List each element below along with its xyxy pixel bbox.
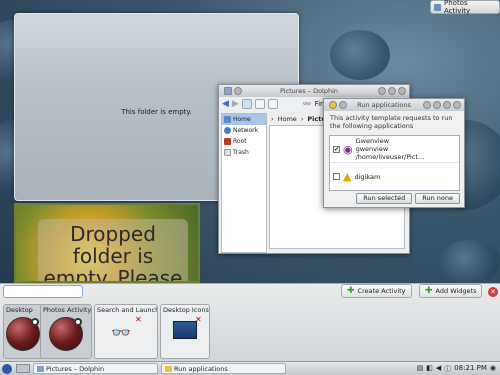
notifications-icon[interactable]: ⓘ	[444, 364, 451, 374]
root-folder-icon	[224, 138, 231, 145]
widget-label: Desktop Icons	[163, 306, 209, 314]
run-apps-title: Run applications	[357, 101, 411, 109]
binoculars-icon: 👓	[111, 323, 131, 342]
wallpaper-decoration	[440, 240, 500, 285]
clipboard-icon[interactable]: ▤	[417, 364, 424, 374]
plus-icon: ✚	[347, 286, 355, 296]
activity-status-icon	[74, 318, 82, 326]
activity-status-icon	[31, 318, 39, 326]
run-apps-intro: This activity template requests to run t…	[330, 114, 453, 130]
task-label: Pictures – Dolphin	[46, 364, 105, 373]
widget-label: Photos Activity	[43, 306, 91, 314]
app-name: Gwenview	[355, 137, 390, 145]
panel-settings-icon[interactable]: ◉	[490, 364, 496, 374]
add-widgets-label: Add Widgets	[435, 287, 477, 295]
clock[interactable]: 08:21 PM	[454, 364, 487, 374]
places-item-home[interactable]: Home	[222, 114, 266, 125]
binoculars-icon[interactable]: 👓	[303, 100, 312, 108]
wallpaper-decoration	[330, 30, 390, 80]
activity-label: Photos Activity	[444, 0, 471, 15]
fedora-launcher-icon[interactable]	[2, 363, 12, 374]
places-item-root[interactable]: Root	[222, 136, 266, 147]
warning-icon: ▲	[343, 170, 352, 183]
places-item-trash[interactable]: Trash	[222, 147, 266, 158]
digikam-checkbox[interactable]	[333, 173, 340, 180]
breadcrumb-home[interactable]: Home	[278, 115, 297, 123]
widget-search-and-launch[interactable]: Search and Launch 👓 ✕	[94, 304, 158, 359]
places-item-label: Network	[233, 127, 259, 134]
widget-photos-activity[interactable]: Photos Activity	[40, 304, 92, 359]
list-item-text: Gwenview gwenview /home/liveuser/Pict...	[356, 137, 456, 161]
app-name: digikam	[354, 172, 381, 181]
network-icon[interactable]: ◧	[426, 364, 433, 374]
dialog-buttons: Run selected Run none	[356, 193, 460, 204]
window-menu-icon[interactable]	[224, 87, 232, 95]
places-item-network[interactable]: Network	[222, 125, 266, 136]
task-label: Run applications	[174, 364, 228, 373]
app-command: gwenview /home/liveuser/Pict...	[355, 145, 425, 161]
list-item[interactable]: ▲ digikam	[330, 163, 459, 190]
minimize-icon[interactable]	[433, 101, 441, 109]
dolphin-titlebar[interactable]: Pictures – Dolphin	[219, 85, 409, 97]
places-panel: Home Network Root Trash	[221, 113, 267, 253]
run-applications-dialog[interactable]: Run applications This activity template …	[323, 98, 465, 208]
widget-label: Search and Launch	[97, 306, 157, 314]
plus-icon: ✚	[425, 286, 433, 296]
create-activity-button[interactable]: ✚ Create Activity	[341, 284, 412, 298]
search-input[interactable]	[3, 285, 83, 298]
activity-indicator[interactable]: Photos Activity	[430, 0, 500, 15]
widget-desktop-icons[interactable]: Desktop Icons ✕	[160, 304, 210, 359]
columns-view-icon[interactable]	[267, 99, 278, 109]
breadcrumb-separator: ›	[300, 115, 304, 123]
places-item-label: Trash	[233, 149, 249, 156]
minimize-icon[interactable]	[378, 87, 386, 95]
forward-arrow-icon[interactable]: ▶	[232, 99, 239, 109]
home-icon	[224, 116, 231, 123]
folder-icon	[37, 365, 44, 372]
create-activity-label: Create Activity	[357, 287, 406, 295]
remove-icon[interactable]: ✕	[135, 315, 142, 324]
places-item-label: Home	[233, 116, 251, 123]
volume-icon[interactable]: ◀	[436, 364, 441, 374]
pin-icon[interactable]	[339, 101, 347, 109]
close-toolbox-icon[interactable]: ✕	[488, 287, 498, 297]
list-item[interactable]: ✔ ◉ Gwenview gwenview /home/liveuser/Pic…	[330, 136, 459, 163]
icons-view-icon[interactable]	[241, 99, 252, 109]
task-dolphin[interactable]: Pictures – Dolphin	[33, 363, 158, 374]
dropped-folder-message: Dropped folder is empty. Please drop a f…	[38, 219, 188, 281]
close-icon[interactable]	[398, 87, 406, 95]
breadcrumb-separator: ›	[271, 115, 274, 123]
close-icon[interactable]	[453, 101, 461, 109]
details-view-icon[interactable]	[254, 99, 265, 109]
app-list: ✔ ◉ Gwenview gwenview /home/liveuser/Pic…	[329, 135, 460, 191]
back-arrow-icon[interactable]: ◀	[222, 99, 229, 109]
pin-icon[interactable]	[234, 87, 242, 95]
dolphin-title: Pictures – Dolphin	[279, 87, 339, 95]
gwenview-icon: ◉	[343, 142, 353, 156]
activity-icon	[434, 3, 441, 11]
run-selected-button[interactable]: Run selected	[356, 193, 413, 204]
taskbar: Pictures – Dolphin Run applications ▤ ◧ …	[0, 361, 500, 375]
places-item-label: Root	[233, 138, 247, 145]
gwenview-checkbox[interactable]: ✔	[333, 145, 340, 153]
task-run-applications[interactable]: Run applications	[161, 363, 286, 374]
run-apps-titlebar[interactable]: Run applications	[324, 99, 464, 111]
desktop-icons-icon	[173, 321, 197, 339]
help-icon[interactable]	[423, 101, 431, 109]
activity-toolbox: ✚ Create Activity ✚ Add Widgets ✕ Deskto…	[0, 283, 500, 361]
pager-icon[interactable]	[16, 364, 30, 373]
run-none-button[interactable]: Run none	[415, 193, 460, 204]
picture-frame-widget[interactable]: Dropped folder is empty. Please drop a f…	[14, 203, 200, 283]
remove-icon[interactable]: ✕	[195, 315, 202, 324]
activity-icon	[165, 365, 172, 372]
trash-icon	[224, 149, 231, 156]
window-menu-icon[interactable]	[329, 101, 337, 109]
maximize-icon[interactable]	[443, 101, 451, 109]
maximize-icon[interactable]	[388, 87, 396, 95]
add-widgets-button[interactable]: ✚ Add Widgets	[419, 284, 483, 298]
system-tray: ▤ ◧ ◀ ⓘ 08:21 PM ◉	[417, 364, 496, 374]
network-icon	[224, 127, 231, 134]
